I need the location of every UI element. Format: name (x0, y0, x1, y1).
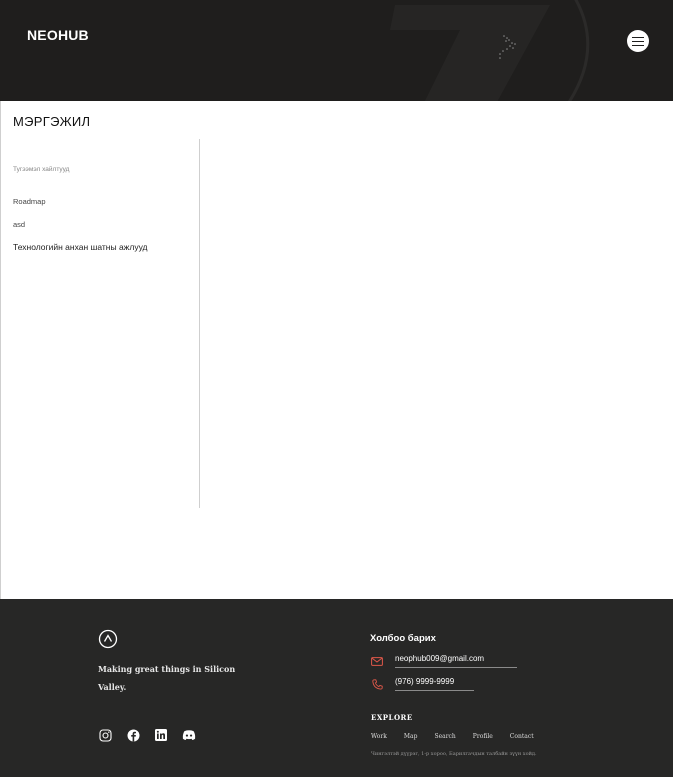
explore-title: EXPLORE (371, 713, 413, 722)
footer-link-search[interactable]: Search (434, 733, 455, 740)
main-content: МЭРГЭЖИЛ Тугээмэл хайлтууд Roadmap asd Т… (0, 101, 673, 599)
contact-phone-link[interactable]: (976) 9999-9999 (395, 677, 474, 691)
social-links (98, 728, 196, 742)
contact-phone[interactable]: (976) 9999-9999 (370, 677, 474, 691)
footer-link-map[interactable]: Map (404, 733, 418, 740)
hamburger-menu-button[interactable] (627, 30, 649, 52)
facebook-icon[interactable] (126, 728, 140, 742)
footer-logo-icon[interactable] (98, 629, 118, 649)
contact-title: Холбоо барих (370, 633, 436, 644)
instagram-icon[interactable] (98, 728, 112, 742)
sidebar-item-asd[interactable]: asd (13, 220, 25, 229)
site-footer: Making great things in Silicon Valley. Х… (0, 599, 673, 777)
sidebar: Тугээмэл хайлтууд Roadmap asd Технологий… (1, 139, 200, 508)
site-header: NEOHUB (0, 0, 673, 101)
page-title: МЭРГЭЖИЛ (13, 114, 91, 129)
phone-icon (370, 678, 384, 690)
footer-nav: Work Map Search Profile Contact (371, 733, 551, 740)
footer-link-profile[interactable]: Profile (473, 733, 493, 740)
decorative-dots (499, 35, 516, 59)
discord-icon[interactable] (182, 728, 196, 742)
linkedin-icon[interactable] (154, 728, 168, 742)
site-logo[interactable]: NEOHUB (27, 27, 89, 43)
contact-email[interactable]: neophub009@gmail.com (370, 654, 517, 668)
footer-link-contact[interactable]: Contact (510, 733, 534, 740)
hamburger-icon (632, 36, 644, 46)
footer-address: Чингэлтэй дүүрэг, 1-р хороо, Барилгачдын… (371, 751, 537, 757)
sidebar-heading: Тугээмэл хайлтууд (13, 166, 70, 173)
contact-email-link[interactable]: neophub009@gmail.com (395, 654, 517, 668)
footer-tagline: Making great things in Silicon Valley. (98, 664, 236, 692)
sidebar-item-roadmap[interactable]: Roadmap (13, 197, 46, 206)
footer-link-work[interactable]: Work (371, 733, 387, 740)
mail-icon (370, 655, 384, 667)
sidebar-item-tech-jobs[interactable]: Технологийн анхан шатны ажлууд (13, 242, 148, 252)
